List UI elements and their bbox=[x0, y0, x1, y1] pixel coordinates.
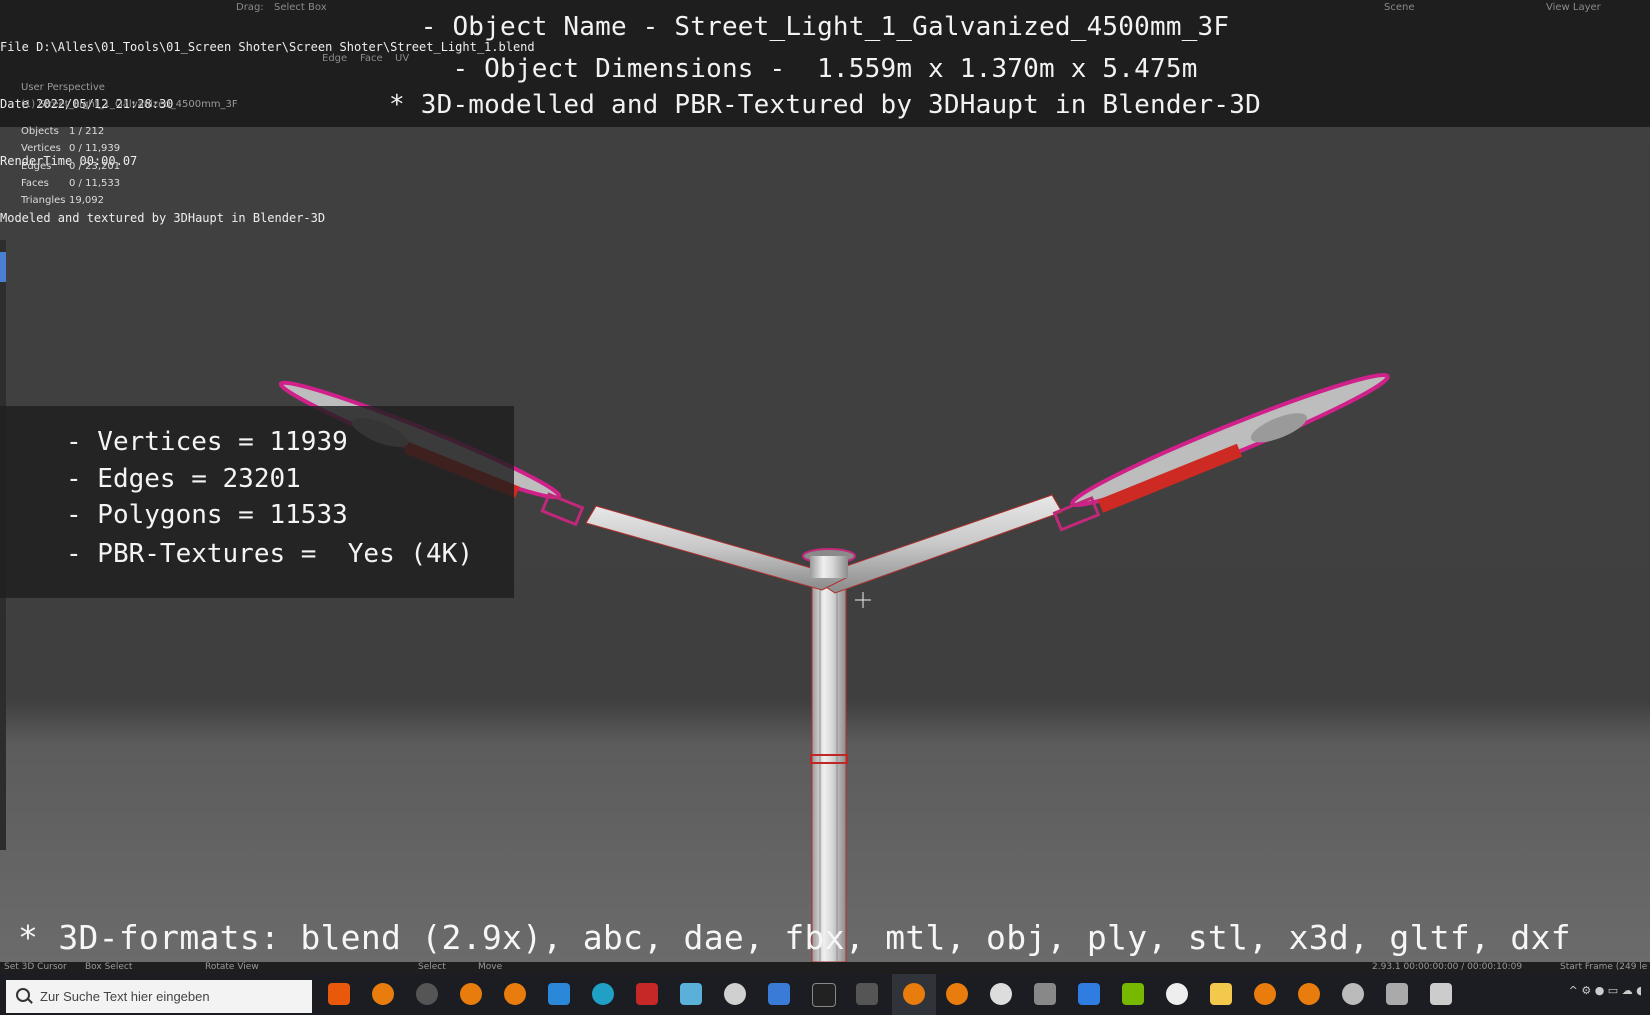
status-start-frame: Start Frame (249 le bbox=[1560, 962, 1648, 972]
stat-label: Faces bbox=[21, 177, 49, 189]
app-icon[interactable] bbox=[856, 983, 878, 1005]
search-input[interactable]: Zur Suche Text hier eingeben bbox=[40, 989, 210, 1004]
object-name-title: - Object Name - Street_Light_1_Galvanize… bbox=[420, 12, 1230, 42]
credit-title: * 3D-modelled and PBR-Textured by 3DHaup… bbox=[389, 90, 1261, 120]
nvidia-icon[interactable] bbox=[1122, 983, 1144, 1005]
pbr-textures: - PBR-Textures = Yes (4K) bbox=[66, 539, 473, 569]
search-icon bbox=[16, 988, 30, 1002]
stat-value: 19,092 bbox=[69, 195, 104, 207]
formats-caption: * 3D-formats: blend (2.9x), abc, dae, fb… bbox=[18, 918, 1571, 957]
gear-icon[interactable] bbox=[1342, 983, 1364, 1005]
vertices-count: - Vertices = 11939 bbox=[66, 427, 348, 457]
status-rotate: Rotate View bbox=[205, 962, 259, 972]
firefox-icon[interactable] bbox=[328, 983, 350, 1005]
status-cursor: Set 3D Cursor bbox=[4, 962, 67, 972]
app-icon[interactable] bbox=[416, 983, 438, 1005]
edges-count: - Edges = 23201 bbox=[66, 464, 301, 494]
stat-value: 1 / 212 bbox=[69, 126, 105, 137]
view-perspective: User Perspective bbox=[21, 82, 105, 93]
app-icon[interactable] bbox=[636, 983, 658, 1005]
stat-label: Edges bbox=[21, 160, 52, 172]
scene-statistics: Objects 1 / 212 Vertices 0 / 11,939 Edges 0… bbox=[21, 126, 120, 212]
polygons-count: - Polygons = 11533 bbox=[66, 500, 348, 530]
blender-active-icon[interactable] bbox=[903, 983, 925, 1005]
notes-icon[interactable] bbox=[680, 983, 702, 1005]
stat-label: Vertices bbox=[21, 143, 61, 155]
system-tray[interactable]: ^ ⚙ ● ▭ ☁ ◖ bbox=[1569, 984, 1642, 997]
status-bar: Set 3D Cursor Box Select Rotate View Sel… bbox=[0, 962, 1650, 974]
windows-taskbar: Zur Suche Text hier eingeben ^ ⚙ ● ▭ ☁ ◖ bbox=[0, 974, 1650, 1015]
3d-viewport[interactable]: Drag: Select Box Scene View Layer Edge F… bbox=[0, 0, 1650, 962]
status-version: 2.93.1 00:00:00:00 / 00:00:10:09 bbox=[1372, 962, 1523, 972]
taskbar-search[interactable]: Zur Suche Text hier eingeben bbox=[6, 980, 312, 1013]
mesh-stats-panel: - Vertices = 11939 - Edges = 23201 - Pol… bbox=[0, 406, 514, 598]
overlay-topbar: Drag: Select Box Scene View Layer Edge F… bbox=[0, 0, 1650, 225]
mail-icon[interactable] bbox=[548, 983, 570, 1005]
stat-value: 0 / 11,533 bbox=[69, 177, 121, 189]
status-box-select: Box Select bbox=[85, 962, 133, 972]
blender-icon[interactable] bbox=[1298, 983, 1320, 1005]
view-object-path: (1) Street_Light_1_Galvanized_4500mm_3F bbox=[21, 99, 238, 110]
app-icon[interactable] bbox=[1430, 983, 1452, 1005]
terminal-icon[interactable] bbox=[812, 983, 836, 1007]
folder-icon[interactable] bbox=[1210, 983, 1232, 1005]
stat-label: Objects bbox=[21, 126, 59, 137]
app-icon[interactable] bbox=[990, 983, 1012, 1005]
edge-browser-icon[interactable] bbox=[592, 983, 614, 1005]
app-icon[interactable] bbox=[1166, 983, 1188, 1005]
blender-icon[interactable] bbox=[504, 983, 526, 1005]
status-move: Move bbox=[478, 962, 503, 972]
blender-icon[interactable] bbox=[460, 983, 482, 1005]
3d-cursor-icon bbox=[855, 592, 871, 608]
blender-icon[interactable] bbox=[372, 983, 394, 1005]
stat-value: 0 / 11,939 bbox=[69, 143, 121, 155]
app-icon[interactable] bbox=[724, 983, 746, 1005]
blender-icon[interactable] bbox=[946, 983, 968, 1005]
stat-value: 0 / 23,201 bbox=[69, 160, 121, 172]
object-dimensions-title: - Object Dimensions - 1.559m x 1.370m x … bbox=[452, 54, 1198, 84]
blender-icon[interactable] bbox=[1254, 983, 1276, 1005]
status-select: Select bbox=[418, 962, 446, 972]
cube-icon[interactable] bbox=[1034, 983, 1056, 1005]
chat-icon[interactable] bbox=[768, 983, 790, 1005]
app-icon[interactable] bbox=[1386, 983, 1408, 1005]
stat-label: Triangles bbox=[21, 195, 66, 207]
calendar-icon[interactable] bbox=[1078, 983, 1100, 1005]
